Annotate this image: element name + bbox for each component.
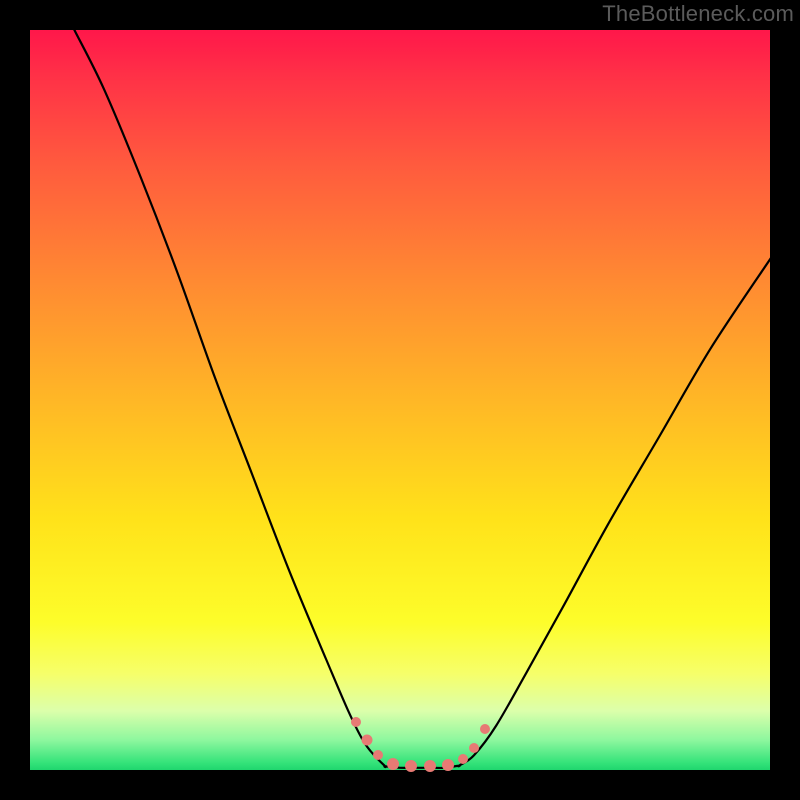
curve-svg (30, 30, 770, 770)
bottleneck-curve (74, 30, 770, 768)
watermark-label: TheBottleneck.com (602, 1, 794, 27)
chart-frame: TheBottleneck.com (0, 0, 800, 800)
plot-area (30, 30, 770, 770)
